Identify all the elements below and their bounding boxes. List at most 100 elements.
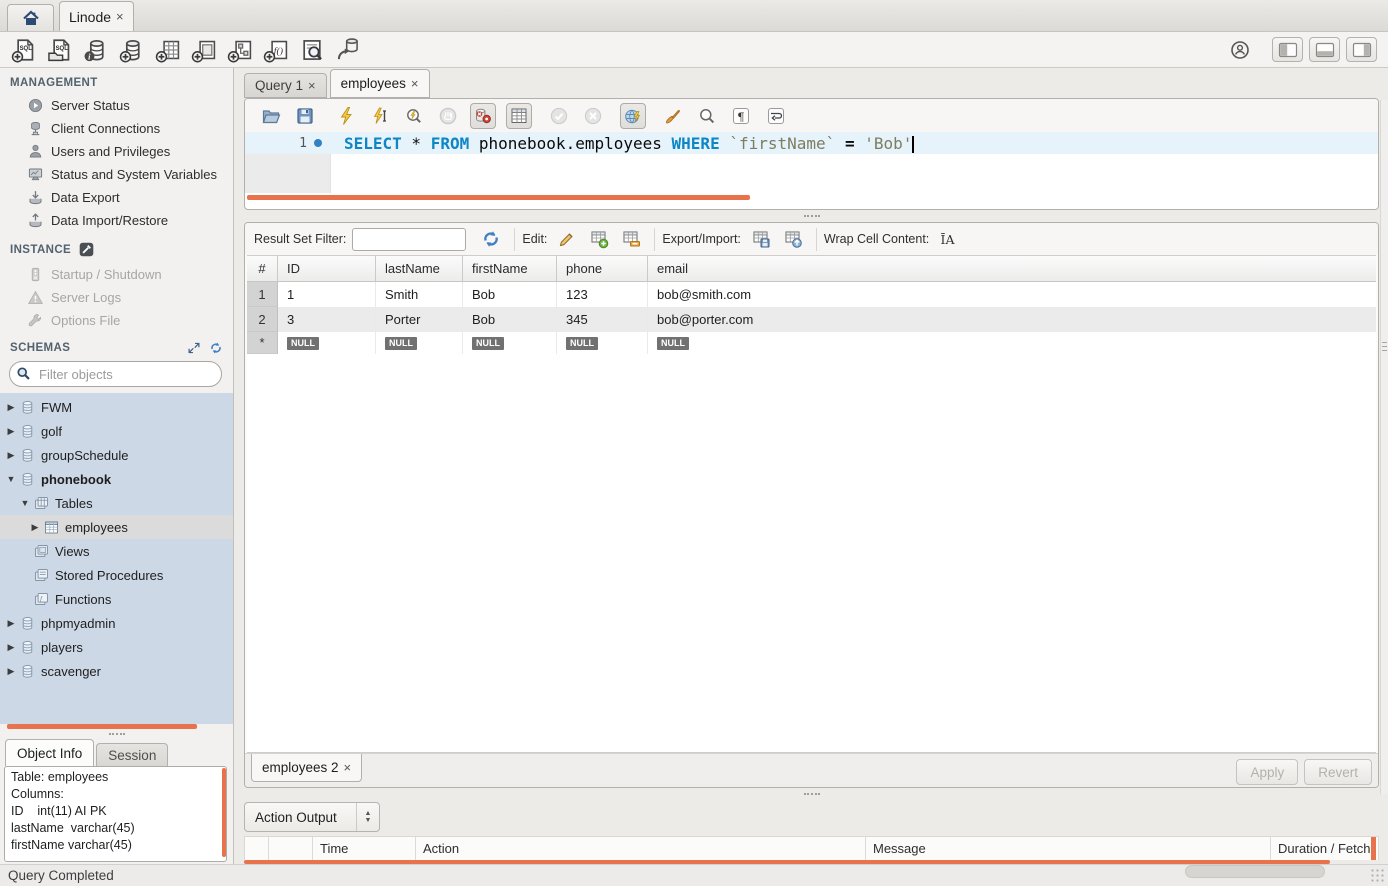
cell-null[interactable]: NULL — [278, 332, 376, 354]
main-vertical-scrollbar[interactable] — [1380, 100, 1388, 794]
create-table-icon[interactable] — [155, 37, 181, 63]
schema-inspector-icon[interactable]: i — [83, 37, 109, 63]
output-column-time[interactable]: Time — [313, 837, 416, 860]
import-icon[interactable] — [783, 229, 803, 249]
open-file-icon[interactable] — [261, 106, 281, 126]
row-index-cell[interactable]: 1 — [247, 282, 278, 307]
tree-item-groupschedule[interactable]: ▶ groupSchedule — [0, 443, 233, 467]
connection-tab[interactable]: Linode × — [59, 1, 134, 31]
collapse-arrow-icon[interactable]: ▼ — [19, 498, 31, 508]
close-connection-tab-icon[interactable]: × — [116, 10, 124, 23]
cell-null[interactable]: NULL — [463, 332, 557, 354]
result-output-splitter[interactable] — [244, 788, 1379, 800]
cell-phone[interactable]: 123 — [557, 282, 648, 307]
tree-item-phpmyadmin[interactable]: ▶ phpmyadmin — [0, 611, 233, 635]
sidebar-item-system-variables[interactable]: Status and System Variables — [0, 163, 233, 186]
cell-phone[interactable]: 345 — [557, 307, 648, 332]
column-header-email[interactable]: email — [648, 256, 1376, 281]
expand-arrow-icon[interactable]: ▶ — [29, 522, 41, 533]
output-column-duration[interactable]: Duration / Fetch — [1271, 837, 1378, 860]
home-tab[interactable] — [7, 4, 54, 31]
sidebar-item-options-file[interactable]: Options File — [0, 309, 233, 332]
toggle-left-sidebar-button[interactable] — [1272, 37, 1303, 62]
refresh-icon[interactable] — [481, 229, 501, 249]
stop-on-error-toggle[interactable] — [470, 103, 496, 129]
beautify-icon[interactable] — [663, 106, 683, 126]
sidebar-item-server-status[interactable]: Server Status — [0, 94, 233, 117]
tree-item-fwm[interactable]: ▶ FWM — [0, 395, 233, 419]
refresh-schemas-icon[interactable] — [209, 341, 223, 355]
table-row[interactable]: 1 1 Smith Bob 123 bob@smith.com — [247, 282, 1376, 307]
delete-row-icon[interactable] — [621, 229, 641, 249]
output-vertical-scrollbar[interactable] — [1371, 837, 1376, 860]
tree-item-employees[interactable]: ▶ employees — [0, 515, 233, 539]
revert-button[interactable]: Revert — [1304, 759, 1372, 785]
find-icon[interactable] — [697, 106, 717, 126]
output-column-message[interactable]: Message — [866, 837, 1271, 860]
column-header-index[interactable]: # — [247, 256, 278, 281]
sidebar-splitter[interactable] — [0, 729, 233, 738]
output-selector-spinner[interactable]: ▲ ▼ — [356, 803, 379, 831]
result-filter-input[interactable] — [352, 228, 466, 251]
rollback-icon[interactable] — [583, 106, 603, 126]
new-sql-tab-icon[interactable]: SQL — [11, 37, 37, 63]
tree-item-tables[interactable]: ▼ Tables — [0, 491, 233, 515]
tree-item-phonebook[interactable]: ▼ phonebook — [0, 467, 233, 491]
collapse-arrow-icon[interactable]: ▼ — [5, 474, 17, 484]
account-circle-icon[interactable] — [1230, 40, 1250, 60]
tab-object-info[interactable]: Object Info — [5, 739, 94, 766]
explain-icon[interactable] — [404, 106, 424, 126]
search-table-data-icon[interactable] — [299, 37, 325, 63]
cell-null[interactable]: NULL — [648, 332, 1376, 354]
output-selector[interactable]: Action Output ▲ ▼ — [244, 802, 380, 832]
sql-line-1[interactable]: 1 SELECT * FROM phonebook.employees WHER… — [245, 132, 1378, 154]
invisibles-icon[interactable]: ¶ — [731, 106, 751, 126]
cell-null[interactable]: NULL — [557, 332, 648, 354]
stop-icon[interactable] — [438, 106, 458, 126]
tab-employees[interactable]: employees × — [330, 69, 430, 98]
row-index-cell[interactable]: * — [247, 332, 278, 354]
tree-item-scavenger[interactable]: ▶ scavenger — [0, 659, 233, 683]
table-row[interactable]: 2 3 Porter Bob 345 bob@porter.com — [247, 307, 1376, 332]
commit-icon[interactable] — [549, 106, 569, 126]
edit-pencil-icon[interactable] — [557, 229, 577, 249]
create-schema-icon[interactable] — [119, 37, 145, 63]
column-header-firstname[interactable]: firstName — [463, 256, 557, 281]
sidebar-item-server-logs[interactable]: Server Logs — [0, 286, 233, 309]
expand-arrow-icon[interactable]: ▶ — [5, 426, 17, 437]
tree-item-golf[interactable]: ▶ golf — [0, 419, 233, 443]
limit-rows-toggle[interactable] — [506, 103, 532, 129]
cell-id[interactable]: 1 — [278, 282, 376, 307]
cell-firstname[interactable]: Bob — [463, 307, 557, 332]
cell-id[interactable]: 3 — [278, 307, 376, 332]
toggle-right-sidebar-button[interactable] — [1346, 37, 1377, 62]
create-function-icon[interactable]: f() — [263, 37, 289, 63]
insert-row-icon[interactable] — [589, 229, 609, 249]
expand-arrow-icon[interactable]: ▶ — [5, 402, 17, 413]
sidebar-item-users-privileges[interactable]: Users and Privileges — [0, 140, 233, 163]
open-sql-script-icon[interactable]: SQL — [47, 37, 73, 63]
instance-config-icon[interactable] — [78, 241, 95, 258]
close-tab-icon[interactable]: × — [308, 79, 316, 92]
new-row-placeholder[interactable]: * NULL NULL NULL NULL NULL — [247, 332, 1376, 354]
tab-session[interactable]: Session — [96, 743, 168, 766]
schema-filter-input[interactable] — [9, 361, 222, 387]
save-icon[interactable] — [295, 106, 315, 126]
row-index-cell[interactable]: 2 — [247, 307, 278, 332]
tab-query-1[interactable]: Query 1 × — [244, 73, 327, 98]
tree-item-functions[interactable]: f Functions — [0, 587, 233, 611]
expand-arrow-icon[interactable]: ▶ — [5, 450, 17, 461]
cell-null[interactable]: NULL — [376, 332, 463, 354]
expand-schemas-icon[interactable] — [187, 341, 201, 355]
tree-item-players[interactable]: ▶ players — [0, 635, 233, 659]
tree-item-views[interactable]: Views — [0, 539, 233, 563]
sql-code-area[interactable]: 1 SELECT * FROM phonebook.employees WHER… — [245, 132, 1378, 202]
sidebar-item-startup-shutdown[interactable]: Startup / Shutdown — [0, 263, 233, 286]
expand-arrow-icon[interactable]: ▶ — [5, 642, 17, 653]
sql-statement[interactable]: SELECT * FROM phonebook.employees WHERE … — [344, 134, 914, 153]
output-column-action[interactable]: Action — [416, 837, 866, 860]
column-header-lastname[interactable]: lastName — [376, 256, 463, 281]
apply-button[interactable]: Apply — [1236, 759, 1298, 785]
autocommit-toggle[interactable] — [620, 103, 646, 129]
editor-result-splitter[interactable] — [244, 210, 1379, 222]
